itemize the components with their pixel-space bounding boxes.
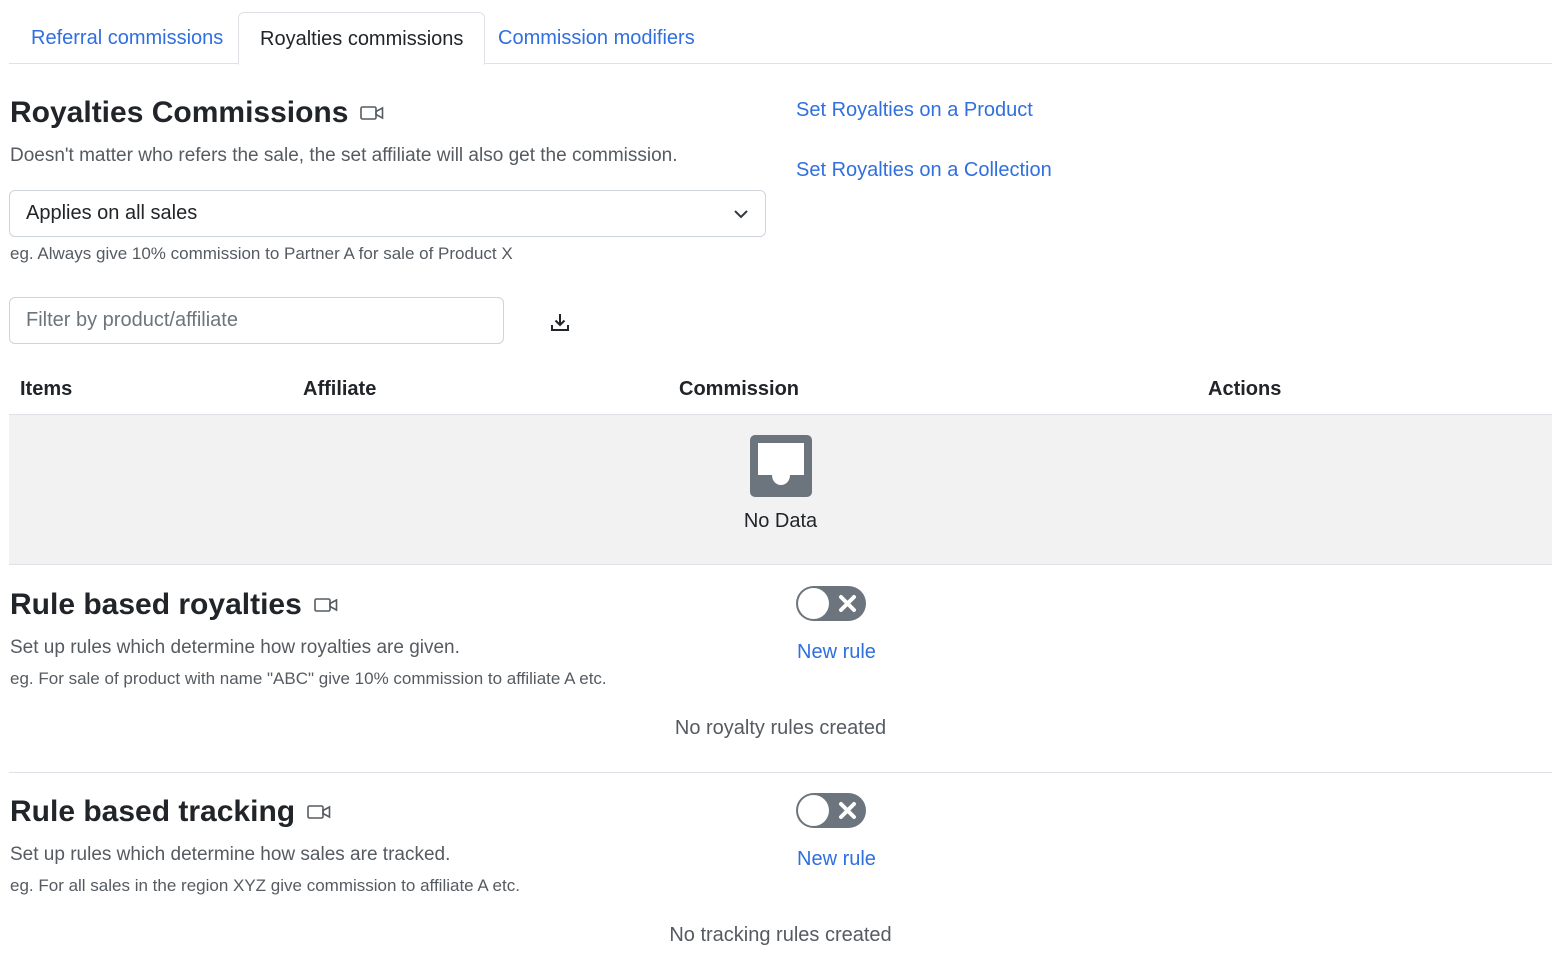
toggle-knob <box>798 795 829 826</box>
rule-royalties-toggle[interactable] <box>796 586 866 621</box>
rule-royalties-description: Set up rules which determine how royalti… <box>10 637 460 658</box>
video-camera-icon[interactable] <box>313 597 338 613</box>
column-affiliate: Affiliate <box>303 378 377 400</box>
filter-input[interactable] <box>9 297 504 344</box>
rule-tracking-title: Rule based tracking <box>10 795 331 829</box>
rule-royalties-title: Rule based royalties <box>10 588 338 622</box>
table-empty-state: No Data <box>9 415 1552 565</box>
royalties-description: Doesn't matter who refers the sale, the … <box>10 145 678 166</box>
inbox-tray-icon <box>750 435 812 497</box>
royalties-table-header: Items Affiliate Commission Actions <box>9 366 1552 415</box>
rule-tracking-description: Set up rules which determine how sales a… <box>10 844 451 865</box>
rule-tracking-new-rule-link[interactable]: New rule <box>797 848 876 871</box>
download-icon[interactable] <box>549 311 571 333</box>
royalties-title-text: Royalties Commissions <box>10 96 349 129</box>
rule-royalties-new-rule-link[interactable]: New rule <box>797 641 876 664</box>
rule-royalties-title-text: Rule based royalties <box>10 588 302 621</box>
close-icon <box>839 595 856 612</box>
royalties-section-title: Royalties Commissions <box>10 96 384 130</box>
tab-commission-modifiers[interactable]: Commission modifiers <box>477 12 716 64</box>
column-items: Items <box>20 378 73 400</box>
toggle-knob <box>798 588 829 619</box>
rule-tracking-title-text: Rule based tracking <box>10 795 296 828</box>
rule-royalties-empty: No royalty rules created <box>674 717 887 739</box>
set-royalties-product-link[interactable]: Set Royalties on a Product <box>796 99 1033 122</box>
column-actions: Actions <box>1208 378 1282 400</box>
set-royalties-collection-link[interactable]: Set Royalties on a Collection <box>796 159 1052 182</box>
rule-tracking-toggle[interactable] <box>796 793 866 828</box>
video-camera-icon[interactable] <box>307 804 331 820</box>
close-icon <box>839 802 856 819</box>
royalty-scope-hint: eg. Always give 10% commission to Partne… <box>10 244 513 263</box>
column-commission: Commission <box>679 378 800 400</box>
no-data-label: No Data <box>743 510 818 532</box>
royalty-scope-value: Applies on all sales <box>26 202 198 224</box>
royalty-scope-select[interactable]: Applies on all sales <box>9 190 766 237</box>
video-camera-icon[interactable] <box>360 105 384 121</box>
rule-royalties-example: eg. For sale of product with name "ABC" … <box>10 669 607 688</box>
chevron-down-icon <box>734 209 748 218</box>
commission-tabs: Referral commissions Royalties commissio… <box>9 12 1552 65</box>
rule-tracking-empty: No tracking rules created <box>669 924 892 946</box>
section-divider <box>9 772 1552 773</box>
tab-referral-commissions[interactable]: Referral commissions <box>10 12 244 64</box>
tab-royalties-commissions[interactable]: Royalties commissions <box>238 12 486 65</box>
rule-tracking-example: eg. For all sales in the region XYZ give… <box>10 876 520 895</box>
